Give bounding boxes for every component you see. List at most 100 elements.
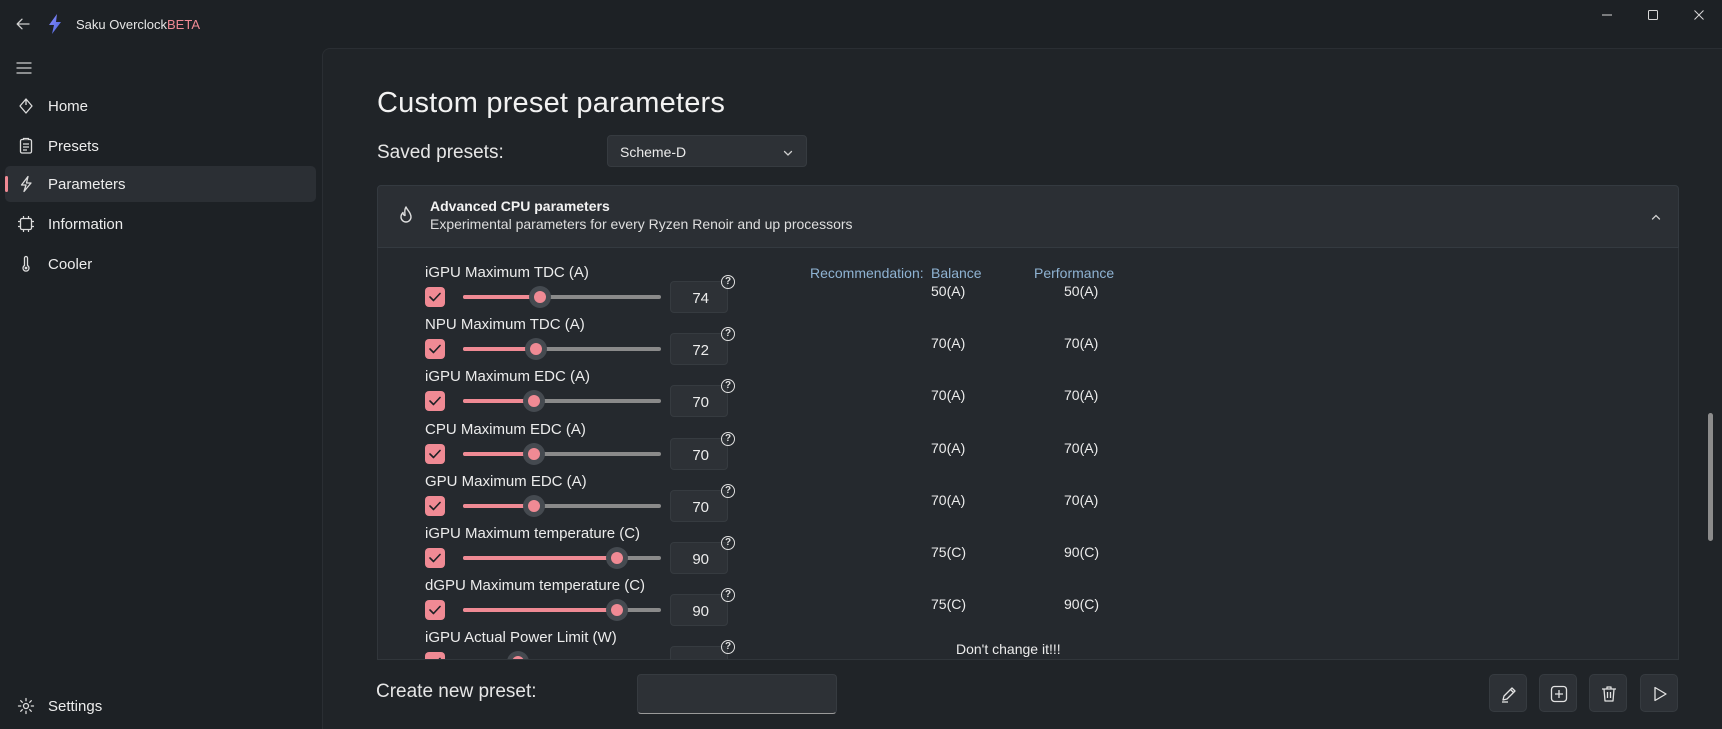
expander-description: Experimental parameters for every Ryzen … <box>430 216 853 232</box>
sidebar-item-information[interactable]: Information <box>5 206 316 242</box>
parameter-row: dGPU Maximum temperature (C) 90 ? 75(C) 9… <box>378 577 1678 629</box>
help-icon[interactable]: ? <box>721 536 735 550</box>
slider-thumb[interactable] <box>529 286 551 308</box>
help-icon[interactable]: ? <box>721 275 735 289</box>
help-icon[interactable]: ? <box>721 379 735 394</box>
checkmark-icon <box>438 658 441 659</box>
balance-recommendation: 70(A) <box>931 335 966 352</box>
slider-thumb[interactable] <box>525 338 547 361</box>
parameter-row: iGPU Maximum EDC (A) 70 ? 70(A) 70(A) <box>378 368 1678 420</box>
sidebar-item-parameters[interactable]: Parameters <box>5 166 316 202</box>
page-title: Custom preset parameters <box>377 87 726 119</box>
sidebar-item-settings[interactable]: Settings <box>5 688 316 724</box>
selection-indicator <box>5 176 8 192</box>
slider-fill <box>463 608 617 613</box>
parameter-row: iGPU Maximum temperature (C) 90 ? 75(C) 9… <box>378 525 1678 577</box>
parameter-label: iGPU Maximum TDC (A) <box>425 264 589 281</box>
sidebar-item-label: Cooler <box>48 256 93 273</box>
vertical-scrollbar[interactable] <box>1708 413 1713 541</box>
parameter-enable-checkbox[interactable] <box>425 287 445 307</box>
slider-thumb[interactable] <box>507 651 529 659</box>
slider-thumb[interactable] <box>523 442 545 465</box>
parameter-value-box[interactable]: 70 <box>670 385 728 418</box>
add-preset-button[interactable] <box>1539 674 1577 712</box>
parameter-value-box[interactable]: 90 <box>670 542 728 574</box>
parameter-value-box[interactable]: 70 <box>670 437 728 470</box>
balance-recommendation: 70(A) <box>931 387 966 404</box>
parameter-slider[interactable] <box>463 599 661 628</box>
minimize-button[interactable] <box>1584 0 1630 30</box>
edit-preset-button[interactable] <box>1489 674 1527 712</box>
chevron-up-icon[interactable] <box>1650 210 1662 222</box>
close-button[interactable] <box>1676 0 1722 30</box>
parameter-enable-checkbox[interactable] <box>425 495 445 516</box>
main-content: Custom preset parameters Saved presets: … <box>322 48 1722 729</box>
parameter-enable-checkbox[interactable] <box>425 652 445 659</box>
help-icon[interactable]: ? <box>721 588 735 603</box>
parameter-row: GPU Maximum EDC (A) 70 ? 70(A) 70(A) <box>378 473 1678 525</box>
hamburger-menu-icon[interactable] <box>12 56 36 80</box>
new-preset-name-input[interactable] <box>637 674 837 714</box>
parameter-slider[interactable] <box>463 494 661 524</box>
sidebar-item-home[interactable]: Home <box>5 88 316 124</box>
help-icon[interactable]: ? <box>721 327 735 342</box>
balance-recommendation: 75(C) <box>931 544 967 560</box>
slider-thumb[interactable] <box>606 599 628 622</box>
thermometer-icon <box>17 255 35 273</box>
lightning-icon <box>17 175 35 193</box>
parameter-slider[interactable] <box>463 338 661 367</box>
apply-preset-button[interactable] <box>1640 674 1678 712</box>
slider-thumb[interactable] <box>606 547 628 569</box>
parameter-enable-checkbox[interactable] <box>425 339 445 360</box>
parameter-value-box[interactable]: 72 <box>670 333 728 366</box>
performance-recommendation: 70(A) <box>1064 439 1099 456</box>
sidebar-item-presets[interactable]: Presets <box>5 128 316 164</box>
advanced-cpu-expander-header[interactable]: Advanced CPU parameters Experimental par… <box>377 185 1679 248</box>
parameter-slider[interactable] <box>463 390 661 419</box>
parameter-row: iGPU Actual Power Limit (W) ? Don't chan… <box>378 629 1678 659</box>
performance-recommendation: 50(A) <box>1064 283 1099 299</box>
chip-icon <box>17 215 35 233</box>
parameter-value-box[interactable]: 74 <box>670 281 728 313</box>
help-icon[interactable]: ? <box>721 640 735 655</box>
checkmark-icon <box>429 501 441 511</box>
checkmark-icon <box>429 292 441 302</box>
expander-title: Advanced CPU parameters <box>430 198 610 214</box>
parameter-label: NPU Maximum TDC (A) <box>425 316 585 334</box>
app-logo-icon <box>48 14 62 34</box>
parameter-label: dGPU Maximum temperature (C) <box>425 577 646 595</box>
parameter-slider[interactable] <box>463 547 661 576</box>
maximize-button[interactable] <box>1630 0 1676 30</box>
parameter-enable-checkbox[interactable] <box>425 548 445 568</box>
parameter-slider[interactable] <box>463 442 661 472</box>
parameter-value-box[interactable]: 70 <box>670 489 728 522</box>
performance-recommendation: 70(A) <box>1064 387 1099 404</box>
slider-thumb[interactable] <box>523 494 545 517</box>
title-bar: Saku Overclock BETA <box>0 0 1722 48</box>
slider-thumb[interactable] <box>523 390 545 413</box>
balance-recommendation: 70(A) <box>931 439 966 456</box>
back-arrow-icon[interactable] <box>10 12 36 36</box>
balance-recommendation: 75(C) <box>931 596 967 613</box>
parameter-value-box[interactable]: 90 <box>670 594 728 627</box>
help-icon[interactable]: ? <box>721 483 735 498</box>
parameter-value-box[interactable] <box>670 646 728 659</box>
slider-fill <box>463 556 617 560</box>
parameter-label: CPU Maximum EDC (A) <box>425 420 586 438</box>
delete-preset-button[interactable] <box>1589 674 1627 712</box>
saved-presets-dropdown[interactable]: Scheme-D <box>607 135 807 167</box>
parameter-label: iGPU Maximum temperature (C) <box>425 525 641 542</box>
parameter-enable-checkbox[interactable] <box>425 391 445 412</box>
help-icon[interactable]: ? <box>721 431 735 446</box>
sidebar-item-label: Parameters <box>48 176 126 193</box>
parameter-enable-checkbox[interactable] <box>425 600 445 621</box>
parameter-enable-checkbox[interactable] <box>425 443 445 464</box>
parameter-slider[interactable] <box>463 286 661 315</box>
gear-icon <box>17 697 35 715</box>
sidebar-item-cooler[interactable]: Cooler <box>5 246 316 282</box>
warning-note: Don't change it!!! <box>956 641 1061 658</box>
sidebar-item-label: Information <box>48 216 124 233</box>
sidebar-item-label: Presets <box>48 138 99 155</box>
balance-recommendation: 70(A) <box>931 491 966 508</box>
parameter-label: GPU Maximum EDC (A) <box>425 472 587 490</box>
